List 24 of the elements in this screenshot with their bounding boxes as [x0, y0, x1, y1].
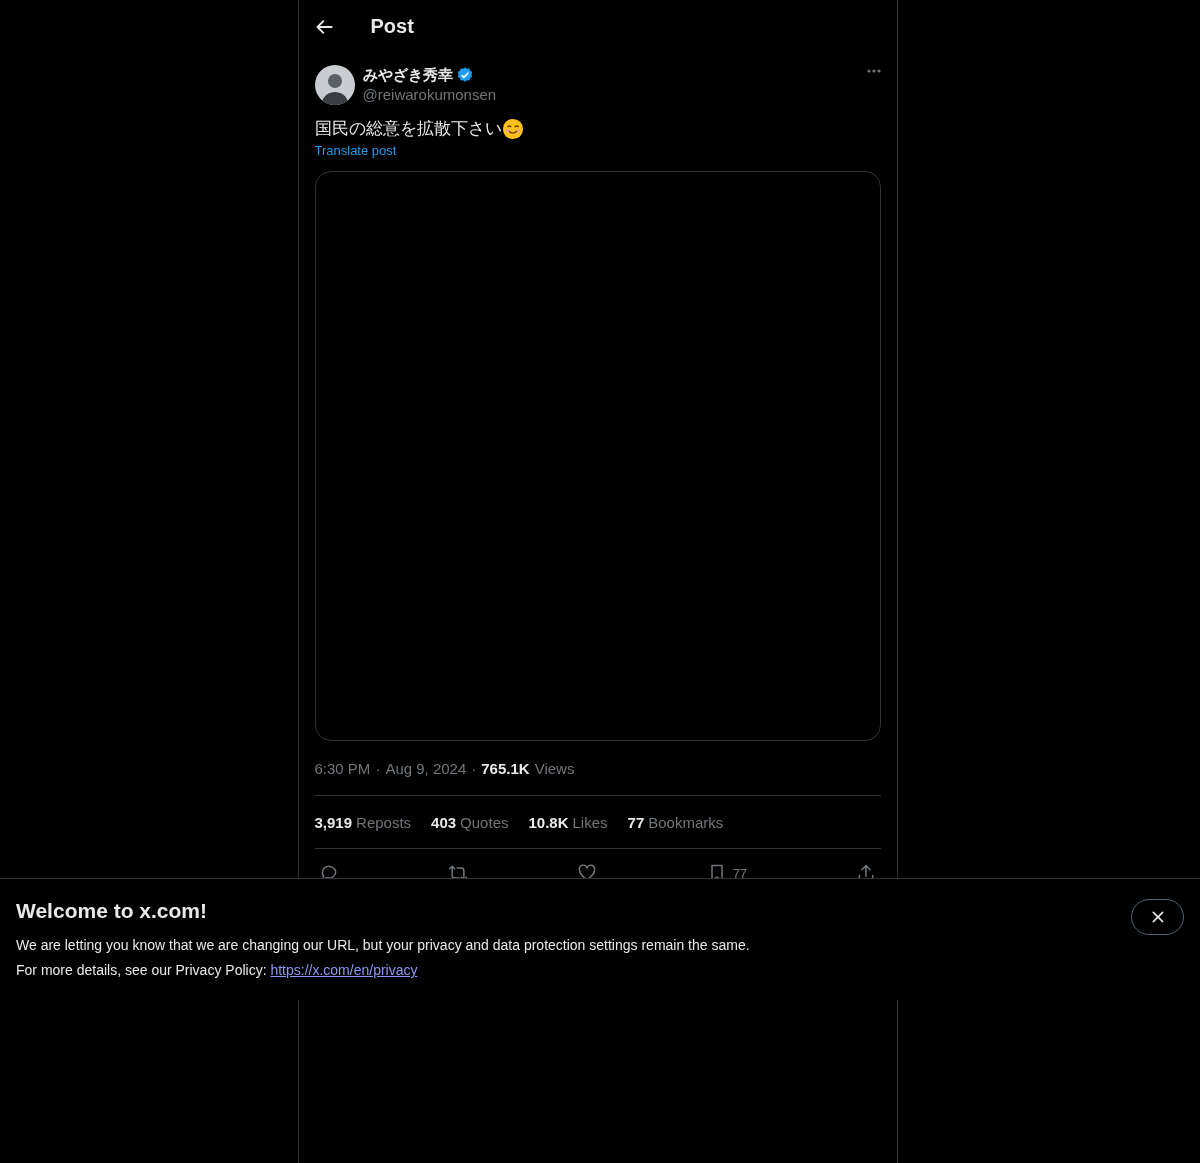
- more-options-button[interactable]: [866, 69, 881, 73]
- more-icon: [866, 69, 881, 73]
- views-count: 765.1K: [481, 759, 530, 777]
- avatar[interactable]: [314, 65, 355, 105]
- engagement-stat[interactable]: 77 Bookmarks: [627, 813, 724, 831]
- separator-dot: ·: [375, 759, 381, 777]
- page-title: Post: [370, 15, 414, 38]
- engagement-stat[interactable]: 403 Quotes: [431, 813, 509, 831]
- engagement-stat[interactable]: 10.8K Likes: [528, 813, 608, 831]
- banner-policy-text: For more details, see our Privacy Policy: https://x.com/en/privacy: [16, 961, 419, 980]
- author-handle[interactable]: @reiwarokumonsen: [362, 85, 867, 105]
- separator-dot: ·: [471, 759, 477, 777]
- post-time[interactable]: 6:30 PM: [314, 759, 371, 777]
- views-label: Views: [534, 759, 575, 777]
- smiling-face-icon: [501, 118, 524, 140]
- post-date[interactable]: Aug 9, 2024: [385, 759, 467, 777]
- translate-link[interactable]: Translate post: [314, 143, 397, 158]
- privacy-link[interactable]: https://x.com/en/privacy: [270, 962, 418, 978]
- post-text: 国民の総意を拡散下さい: [314, 118, 502, 140]
- bookmark-button[interactable]: 77: [706, 863, 748, 883]
- banner-message: We are letting you know that we are changing our URL, but your privacy and data protection settings remain the same.: [16, 936, 750, 955]
- engagement-stat[interactable]: 3,919 Reposts: [314, 813, 412, 831]
- banner-title: Welcome to x.com!: [16, 899, 208, 923]
- author-name[interactable]: みやざき秀幸: [362, 65, 453, 85]
